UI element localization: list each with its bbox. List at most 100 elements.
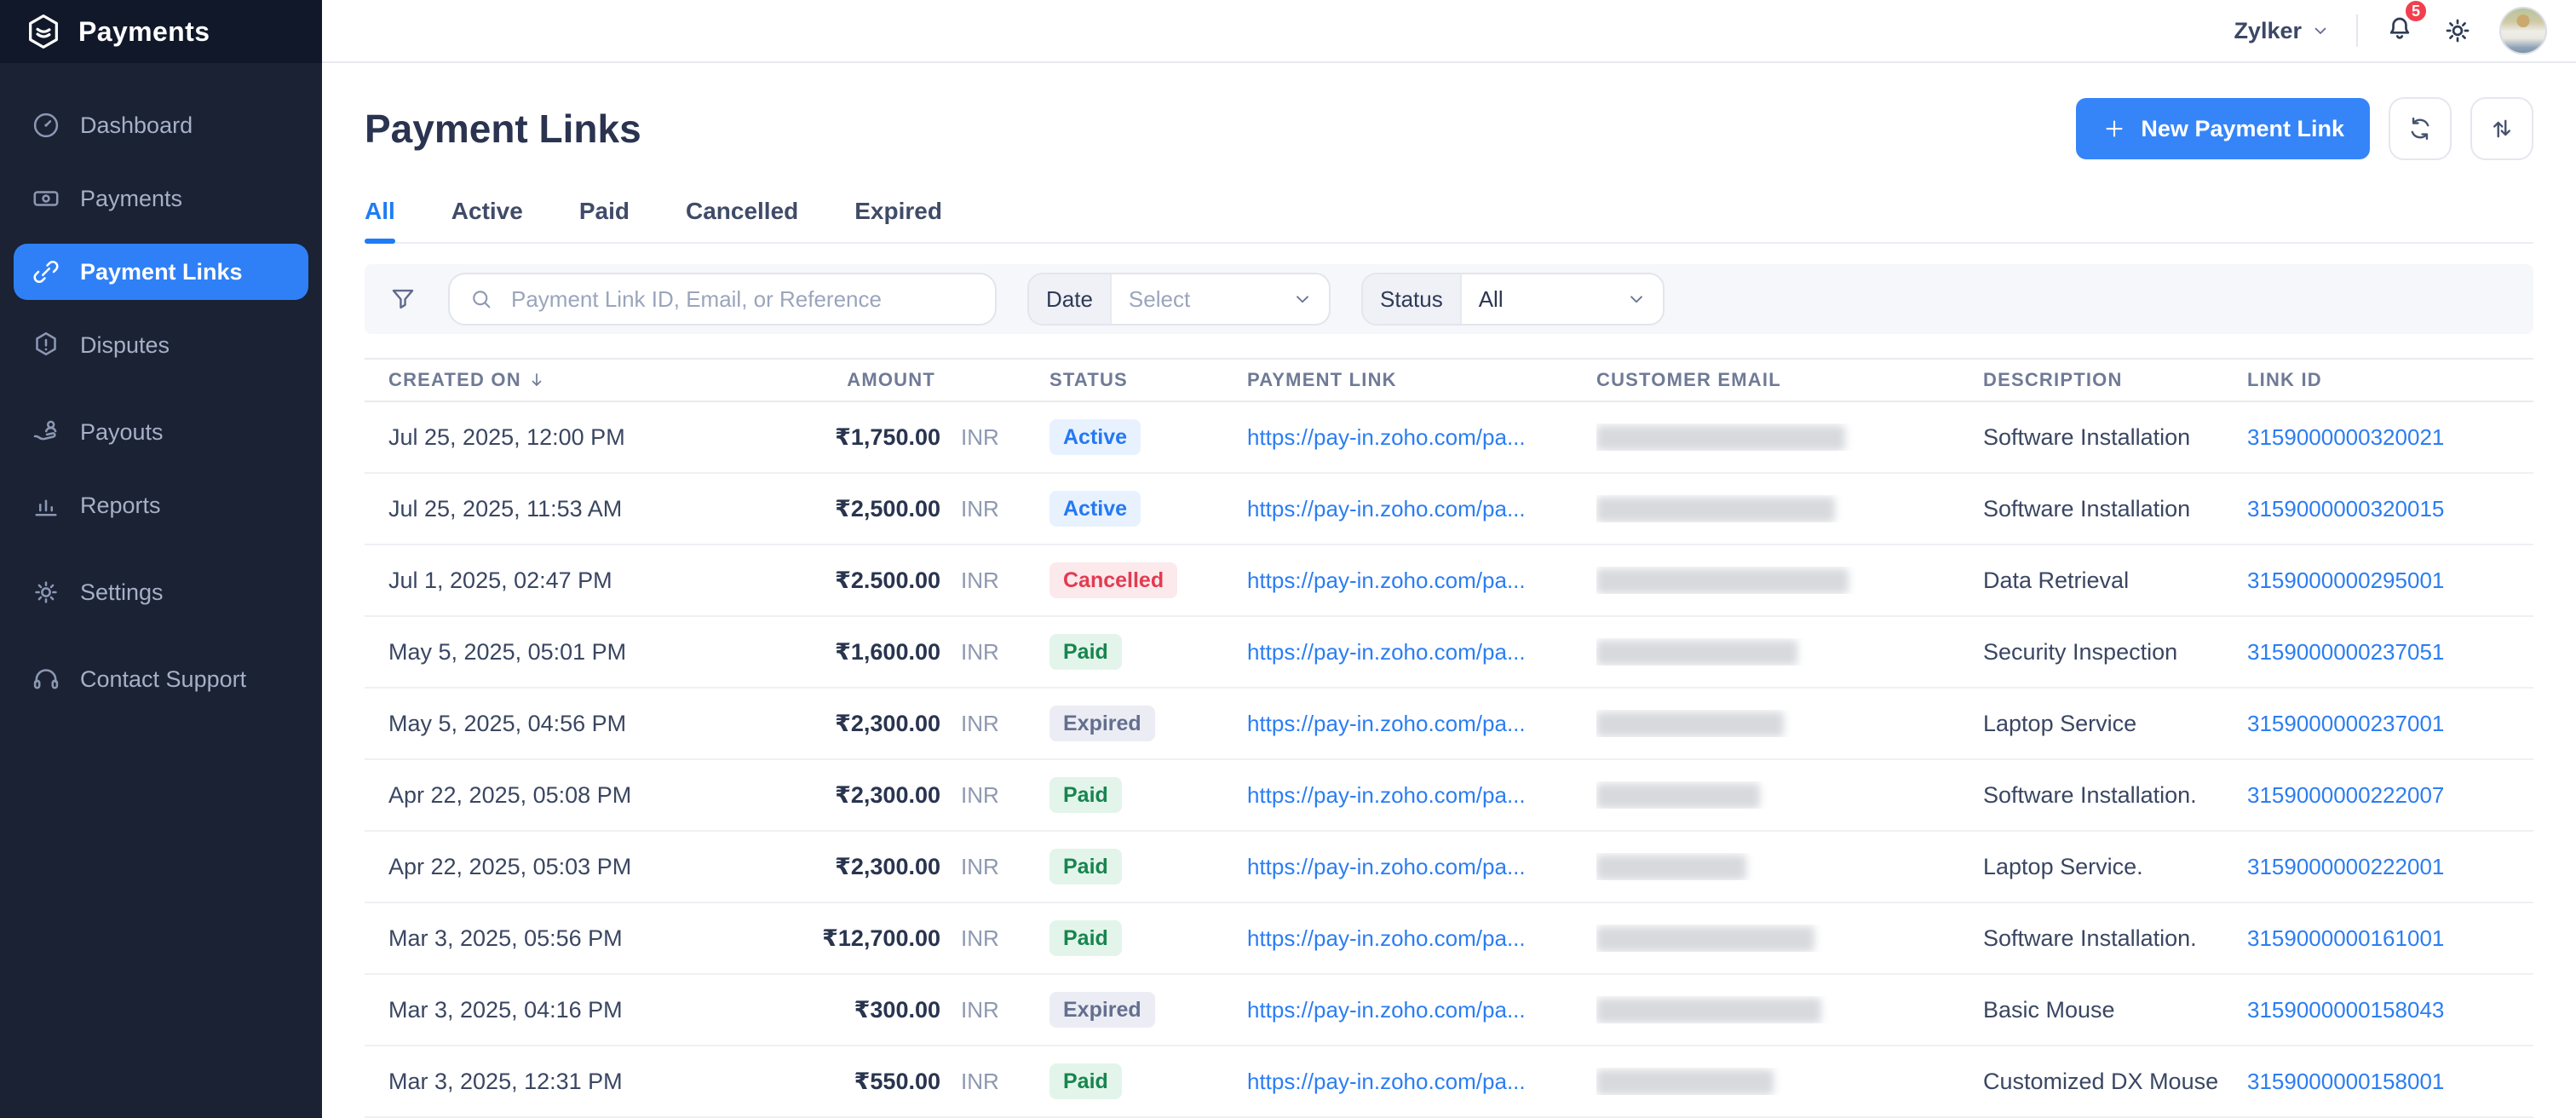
table-row: Apr 22, 2025, 05:03 PM₹2,300.00INRPaidht… bbox=[365, 832, 2533, 903]
link-id[interactable]: 3159000000222007 bbox=[2247, 782, 2444, 808]
link-id[interactable]: 3159000000222001 bbox=[2247, 854, 2444, 879]
cell-status: Cancelled bbox=[1012, 562, 1247, 598]
payment-link-url[interactable]: https://pay-in.zoho.com/pa... bbox=[1247, 639, 1526, 665]
search-input[interactable] bbox=[508, 285, 976, 314]
link-id[interactable]: 3159000000161001 bbox=[2247, 925, 2444, 951]
link-id[interactable]: 3159000000158001 bbox=[2247, 1069, 2444, 1094]
column-header-label: LINK ID bbox=[2247, 369, 2322, 391]
status-filter-value: All bbox=[1462, 286, 1625, 313]
payout-icon bbox=[31, 417, 61, 447]
link-id[interactable]: 3159000000295001 bbox=[2247, 568, 2444, 593]
sidebar-item-payment-links[interactable]: Payment Links bbox=[14, 244, 308, 300]
cell-link-id: 3159000000237051 bbox=[2247, 639, 2533, 666]
amount-value: ₹550.00 bbox=[756, 1069, 940, 1095]
cell-payment-link: https://pay-in.zoho.com/pa... bbox=[1247, 496, 1596, 522]
column-header-label: AMOUNT bbox=[756, 369, 935, 391]
tab-all[interactable]: All bbox=[365, 198, 395, 242]
avatar[interactable] bbox=[2499, 7, 2547, 55]
cell-description: Software Installation bbox=[1983, 496, 2247, 522]
cell-status: Paid bbox=[1012, 777, 1247, 813]
link-id[interactable]: 3159000000320015 bbox=[2247, 496, 2444, 522]
sidebar-item-dashboard[interactable]: Dashboard bbox=[14, 97, 308, 153]
sort-arrows-icon bbox=[2487, 114, 2516, 143]
funnel-icon[interactable] bbox=[388, 285, 417, 314]
status-badge: Cancelled bbox=[1049, 562, 1177, 598]
sidebar-item-settings[interactable]: Settings bbox=[14, 564, 308, 620]
payment-link-url[interactable]: https://pay-in.zoho.com/pa... bbox=[1247, 568, 1526, 593]
sidebar-item-label: Reports bbox=[80, 493, 161, 519]
currency-code: INR bbox=[961, 854, 1012, 880]
column-header-created-on[interactable]: CREATED ON bbox=[365, 369, 756, 391]
cell-created-on: Mar 3, 2025, 04:16 PM bbox=[365, 997, 756, 1023]
cell-description: Customized DX Mouse bbox=[1983, 1069, 2247, 1095]
status-filter-select[interactable]: Status All bbox=[1361, 273, 1665, 326]
date-filter-select[interactable]: Date Select bbox=[1027, 273, 1331, 326]
column-header-label: CUSTOMER EMAIL bbox=[1596, 369, 1781, 391]
currency-code: INR bbox=[961, 424, 1012, 451]
payment-link-url[interactable]: https://pay-in.zoho.com/pa... bbox=[1247, 997, 1526, 1023]
sidebar-item-payments[interactable]: Payments bbox=[14, 170, 308, 227]
payment-link-url[interactable]: https://pay-in.zoho.com/pa... bbox=[1247, 711, 1526, 736]
cell-created-on: May 5, 2025, 05:01 PM bbox=[365, 639, 756, 666]
sidebar-item-disputes[interactable]: Disputes bbox=[14, 317, 308, 373]
topbar-divider bbox=[2356, 14, 2358, 47]
currency-code: INR bbox=[961, 782, 1012, 809]
link-id[interactable]: 3159000000237001 bbox=[2247, 711, 2444, 736]
chevron-down-icon bbox=[2310, 20, 2331, 41]
brand: Payments bbox=[0, 0, 322, 63]
link-id[interactable]: 3159000000158043 bbox=[2247, 997, 2444, 1023]
payment-link-url[interactable]: https://pay-in.zoho.com/pa... bbox=[1247, 925, 1526, 951]
chevron-down-icon bbox=[1625, 288, 1647, 310]
sidebar-item-contact-support[interactable]: Contact Support bbox=[14, 651, 308, 707]
payment-link-url[interactable]: https://pay-in.zoho.com/pa... bbox=[1247, 1069, 1526, 1094]
cell-link-id: 3159000000237001 bbox=[2247, 711, 2533, 737]
currency-code: INR bbox=[961, 1069, 1012, 1095]
sort-button[interactable] bbox=[2470, 97, 2533, 160]
tab-active[interactable]: Active bbox=[451, 198, 523, 242]
notifications-button[interactable]: 5 bbox=[2383, 11, 2416, 50]
cell-customer-email bbox=[1596, 638, 1983, 666]
date-filter-label: Date bbox=[1029, 274, 1112, 324]
cell-description: Basic Mouse bbox=[1983, 997, 2247, 1023]
sidebar-item-reports[interactable]: Reports bbox=[14, 477, 308, 533]
amount-value: ₹12,700.00 bbox=[756, 925, 940, 952]
currency-code: INR bbox=[961, 639, 1012, 666]
cell-customer-email bbox=[1596, 925, 1983, 952]
customer-email-redacted bbox=[1596, 855, 1746, 880]
currency-code: INR bbox=[961, 997, 1012, 1023]
payment-link-url[interactable]: https://pay-in.zoho.com/pa... bbox=[1247, 854, 1526, 879]
link-id[interactable]: 3159000000320021 bbox=[2247, 424, 2444, 450]
table-row: May 5, 2025, 05:01 PM₹1,600.00INRPaidhtt… bbox=[365, 617, 2533, 689]
arrow-down-icon bbox=[526, 370, 547, 390]
plus-icon bbox=[2102, 116, 2127, 141]
cell-status: Active bbox=[1012, 419, 1247, 455]
link-id[interactable]: 3159000000237051 bbox=[2247, 639, 2444, 665]
sidebar-item-payouts[interactable]: Payouts bbox=[14, 404, 308, 460]
amount-value: ₹2,300.00 bbox=[756, 782, 940, 809]
cell-amount: ₹2,300.00INR bbox=[756, 711, 1012, 737]
tab-cancelled[interactable]: Cancelled bbox=[686, 198, 798, 242]
cell-link-id: 3159000000158043 bbox=[2247, 997, 2533, 1023]
cell-status: Expired bbox=[1012, 706, 1247, 741]
dispute-icon bbox=[31, 330, 61, 360]
customer-email-redacted bbox=[1596, 640, 1797, 666]
tab-expired[interactable]: Expired bbox=[854, 198, 942, 242]
payment-link-url[interactable]: https://pay-in.zoho.com/pa... bbox=[1247, 424, 1526, 450]
column-header-description: DESCRIPTION bbox=[1983, 369, 2247, 391]
payment-link-url[interactable]: https://pay-in.zoho.com/pa... bbox=[1247, 496, 1526, 522]
org-switcher[interactable]: Zylker bbox=[2234, 18, 2331, 44]
cell-created-on: May 5, 2025, 04:56 PM bbox=[365, 711, 756, 737]
payment-link-url[interactable]: https://pay-in.zoho.com/pa... bbox=[1247, 782, 1526, 808]
sidebar-item-label: Settings bbox=[80, 579, 164, 606]
tab-paid[interactable]: Paid bbox=[579, 198, 630, 242]
new-payment-link-button[interactable]: New Payment Link bbox=[2076, 98, 2370, 159]
brand-name: Payments bbox=[78, 16, 210, 48]
gear-icon[interactable] bbox=[2441, 14, 2474, 47]
table-row: Jul 25, 2025, 12:00 PM₹1,750.00INRActive… bbox=[365, 402, 2533, 474]
reports-icon bbox=[31, 490, 61, 521]
refresh-button[interactable] bbox=[2389, 97, 2452, 160]
status-filter-label: Status bbox=[1363, 274, 1462, 324]
table-row: May 5, 2025, 04:56 PM₹2,300.00INRExpired… bbox=[365, 689, 2533, 760]
column-header-label: DESCRIPTION bbox=[1983, 369, 2123, 391]
dashboard-icon bbox=[31, 110, 61, 141]
